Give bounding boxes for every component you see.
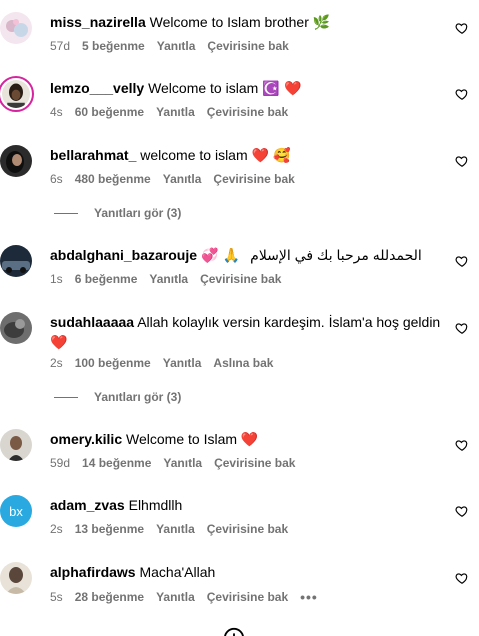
heart-outline-icon[interactable] bbox=[455, 154, 469, 168]
avatar[interactable] bbox=[0, 429, 32, 461]
comment-username[interactable]: adam_zvas bbox=[50, 497, 125, 513]
comment-emoji: ☪️ ❤️ bbox=[262, 81, 302, 97]
translate-button[interactable]: Çevirisine bak bbox=[207, 590, 288, 604]
avatar[interactable]: bx bbox=[0, 495, 32, 527]
comment-username[interactable]: abdalghani_bazarouje bbox=[50, 247, 197, 263]
comment-text: bellarahmat_ welcome to islam ❤️ 🥰 bbox=[50, 145, 450, 166]
comment-text: lemzo___velly Welcome to islam ☪️ ❤️ bbox=[50, 78, 450, 99]
comment-body: Macha'Allah bbox=[139, 564, 216, 580]
heart-outline-icon[interactable] bbox=[455, 504, 469, 518]
avatar[interactable] bbox=[0, 312, 32, 344]
see-original-button[interactable]: Aslına bak bbox=[213, 356, 273, 370]
comment-meta: 6s 480 beğenme Yanıtla Çevirisine bak bbox=[50, 172, 295, 186]
comment-emoji: ❤️ 🥰 bbox=[251, 148, 291, 164]
comment-meta: 59d 14 beğenme Yanıtla Çevirisine bak bbox=[50, 456, 295, 470]
comment-text: omery.kilic Welcome to Islam ❤️ bbox=[50, 429, 450, 450]
reply-button[interactable]: Yanıtla bbox=[157, 39, 196, 53]
divider bbox=[54, 396, 78, 398]
comment-text: miss_nazirella Welcome to Islam brother … bbox=[50, 12, 450, 33]
comment-text: sudahlaaaaa Allah kolaylık versin kardeş… bbox=[50, 312, 450, 353]
likes-count[interactable]: 60 beğenme bbox=[75, 105, 144, 119]
avatar-initials: bx bbox=[9, 503, 23, 519]
heart-outline-icon[interactable] bbox=[455, 321, 469, 335]
comment-time: 59d bbox=[50, 456, 71, 470]
comment-body: Welcome to Islam brother bbox=[149, 14, 309, 30]
comment-text: abdalghani_bazarouje 💞 🙏 الحمدلله مرحبا … bbox=[50, 245, 450, 266]
avatar[interactable] bbox=[0, 76, 34, 112]
reply-button[interactable]: Yanıtla bbox=[156, 105, 195, 119]
comment-meta: 2s 13 beğenme Yanıtla Çevirisine bak bbox=[50, 522, 288, 536]
translate-button[interactable]: Çevirisine bak bbox=[200, 272, 281, 286]
likes-count[interactable]: 14 beğenme bbox=[82, 456, 151, 470]
comment-username[interactable]: omery.kilic bbox=[50, 431, 122, 447]
comment-time: 1s bbox=[50, 272, 63, 286]
comment-time: 2s bbox=[50, 522, 63, 536]
likes-count[interactable]: 6 beğenme bbox=[75, 272, 138, 286]
comment-time: 6s bbox=[50, 172, 63, 186]
comment-meta: 1s 6 beğenme Yanıtla Çevirisine bak bbox=[50, 272, 281, 286]
translate-button[interactable]: Çevirisine bak bbox=[207, 39, 288, 53]
comment-username[interactable]: miss_nazirella bbox=[50, 14, 146, 30]
comment-time: 4s bbox=[50, 105, 63, 119]
reply-button[interactable]: Yanıtla bbox=[156, 522, 195, 536]
view-replies-button[interactable]: Yanıtları gör (3) bbox=[54, 390, 181, 404]
translate-button[interactable]: Çevirisine bak bbox=[207, 522, 288, 536]
reply-button[interactable]: Yanıtla bbox=[163, 356, 202, 370]
avatar[interactable] bbox=[0, 562, 32, 594]
comment-meta: 4s 60 beğenme Yanıtla Çevirisine bak bbox=[50, 105, 288, 119]
comment-body: Welcome to islam bbox=[148, 80, 259, 96]
translate-button[interactable]: Çevirisine bak bbox=[214, 456, 295, 470]
view-replies-label: Yanıtları gör (3) bbox=[94, 206, 182, 220]
heart-outline-icon[interactable] bbox=[455, 438, 469, 452]
comment-time: 57d bbox=[50, 39, 71, 53]
view-replies-button[interactable]: Yanıtları gör (3) bbox=[54, 206, 181, 220]
comment-username[interactable]: bellarahmat_ bbox=[50, 147, 136, 163]
avatar[interactable] bbox=[0, 145, 32, 177]
likes-count[interactable]: 13 beğenme bbox=[75, 522, 144, 536]
avatar[interactable] bbox=[0, 245, 32, 277]
comment-body: الحمدلله مرحبا بك في الإسلام bbox=[250, 247, 422, 263]
comment-meta: 5s 28 beğenme Yanıtla Çevirisine bak ••• bbox=[50, 589, 318, 605]
heart-outline-icon[interactable] bbox=[455, 571, 469, 585]
likes-count[interactable]: 100 beğenme bbox=[75, 356, 151, 370]
translate-button[interactable]: Çevirisine bak bbox=[213, 172, 294, 186]
heart-outline-icon[interactable] bbox=[455, 254, 469, 268]
comment-body: welcome to islam bbox=[140, 147, 248, 163]
heart-outline-icon[interactable] bbox=[455, 87, 469, 101]
avatar[interactable] bbox=[0, 12, 32, 44]
view-replies-label: Yanıtları gör (3) bbox=[94, 390, 182, 404]
likes-count[interactable]: 480 beğenme bbox=[75, 172, 151, 186]
comment-meta: 2s 100 beğenme Yanıtla Aslına bak bbox=[50, 356, 273, 370]
reply-button[interactable]: Yanıtla bbox=[149, 272, 188, 286]
comment-body: Elhmdllh bbox=[128, 497, 183, 513]
more-horizontal-icon[interactable]: ••• bbox=[300, 589, 318, 605]
comment-body: Welcome to Islam bbox=[126, 431, 238, 447]
comment-time: 5s bbox=[50, 590, 63, 604]
comment-text: alphafirdaws Macha'Allah bbox=[50, 562, 450, 582]
comment-emoji: 🌿 bbox=[312, 15, 331, 31]
likes-count[interactable]: 5 beğenme bbox=[82, 39, 145, 53]
comment-meta: 57d 5 beğenme Yanıtla Çevirisine bak bbox=[50, 39, 289, 53]
comment-emoji: 💞 🙏 bbox=[200, 248, 241, 264]
reply-button[interactable]: Yanıtla bbox=[163, 456, 202, 470]
comment-time: 2s bbox=[50, 356, 63, 370]
reply-button[interactable]: Yanıtla bbox=[156, 590, 195, 604]
likes-count[interactable]: 28 beğenme bbox=[75, 590, 144, 604]
comment-username[interactable]: alphafirdaws bbox=[50, 564, 136, 580]
comment-text: adam_zvas Elhmdllh bbox=[50, 495, 450, 515]
comment-username[interactable]: lemzo___velly bbox=[50, 80, 144, 96]
add-circle-icon[interactable] bbox=[223, 627, 245, 636]
comment-username[interactable]: sudahlaaaaa bbox=[50, 314, 134, 330]
comment-emoji: ❤️ bbox=[50, 335, 68, 351]
heart-outline-icon[interactable] bbox=[455, 21, 469, 35]
comment-body: Allah kolaylık versin kardeşim. İslam'a … bbox=[137, 314, 441, 330]
comment-emoji: ❤️ bbox=[240, 432, 259, 448]
translate-button[interactable]: Çevirisine bak bbox=[207, 105, 288, 119]
divider bbox=[54, 212, 78, 214]
reply-button[interactable]: Yanıtla bbox=[163, 172, 202, 186]
